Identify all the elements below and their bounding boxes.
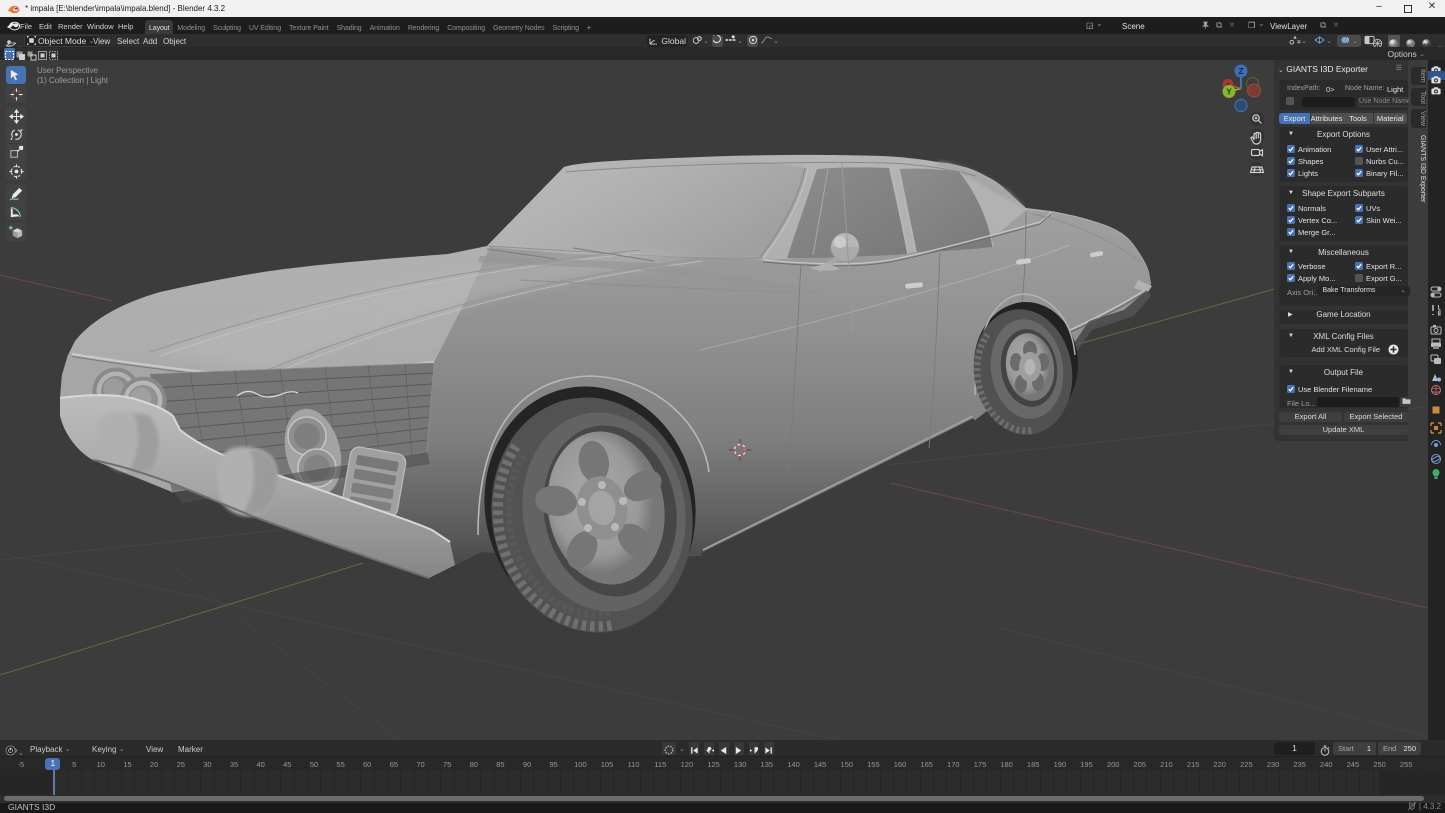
svg-text:Y: Y: [1226, 88, 1232, 97]
svg-text:Z: Z: [1239, 67, 1244, 76]
